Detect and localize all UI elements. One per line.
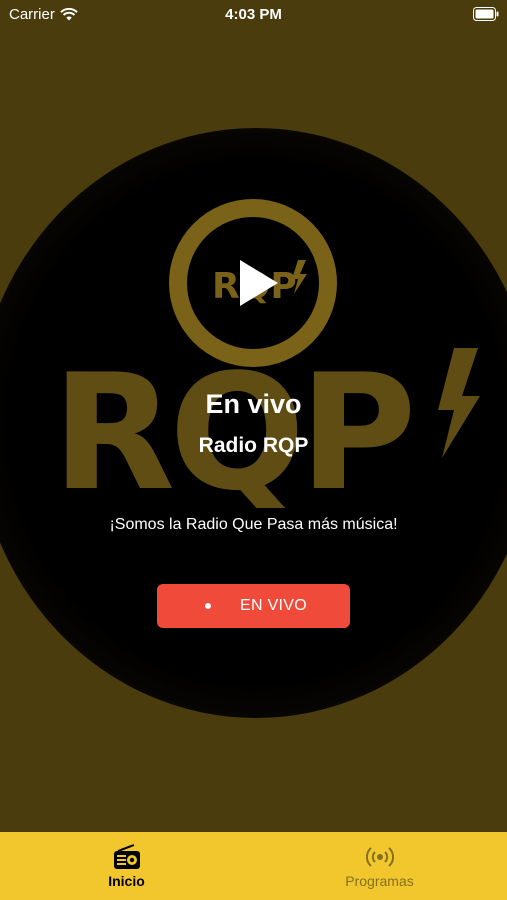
broadcast-icon [366, 847, 394, 867]
tab-programas-label: Programas [345, 873, 414, 889]
live-button-label: EN VIVO [240, 597, 308, 614]
battery-icon [473, 7, 499, 21]
status-bar: Carrier 4:03 PM [0, 0, 507, 28]
tab-programas[interactable]: Programas [253, 832, 506, 900]
tab-bar: Inicio Programas [0, 832, 507, 900]
status-time: 4:03 PM [225, 6, 282, 23]
tab-inicio-label: Inicio [108, 873, 145, 889]
play-button[interactable]: RQP [168, 198, 338, 368]
page-title: En vivo [205, 389, 302, 419]
station-name: Radio RQP [198, 434, 309, 457]
radio-icon [114, 844, 140, 869]
station-tagline: ¡Somos la Radio Que Pasa más música! [109, 516, 398, 533]
live-button[interactable]: EN VIVO [157, 584, 350, 628]
tab-inicio[interactable]: Inicio [0, 832, 253, 900]
live-dot-icon [205, 603, 211, 609]
